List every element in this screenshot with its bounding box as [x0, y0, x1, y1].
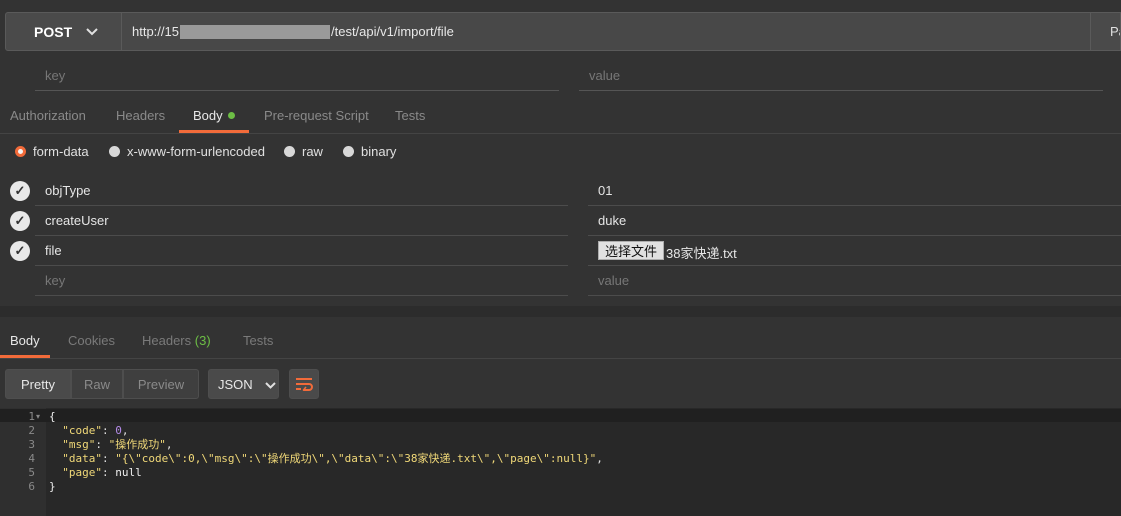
row-divider — [588, 265, 1121, 266]
redacted-host — [179, 24, 330, 39]
form-value[interactable]: duke — [598, 213, 626, 228]
tabs-divider — [0, 133, 1121, 134]
wrap-lines-icon[interactable] — [289, 369, 319, 399]
param-key-underline — [35, 90, 559, 91]
form-key[interactable]: file — [45, 243, 62, 258]
response-tab-body[interactable]: Body — [10, 333, 40, 348]
selected-file-name: 38家快递.txt — [666, 246, 737, 261]
form-key[interactable]: createUser — [45, 213, 109, 228]
pane-splitter[interactable] — [0, 306, 1121, 317]
tab-pre-request-script[interactable]: Pre-request Script — [264, 108, 369, 123]
response-tab-cookies[interactable]: Cookies — [68, 333, 115, 348]
radio-urlencoded[interactable]: x-www-form-urlencoded — [109, 144, 265, 159]
radio-icon — [343, 146, 354, 157]
fold-arrow-icon[interactable]: ▾ — [36, 412, 40, 421]
url-prefix: http://15 — [132, 24, 179, 39]
row-divider — [588, 295, 1121, 296]
json-brace-close: } — [49, 480, 56, 493]
row-enabled-checkbox[interactable]: ✓ — [10, 181, 30, 201]
choose-file-button[interactable]: 选择文件 — [598, 241, 665, 260]
body-status-dot — [227, 112, 235, 120]
radio-selected-icon — [15, 146, 26, 157]
pretty-button[interactable]: Pretty — [5, 369, 71, 399]
row-divider — [35, 235, 568, 236]
raw-button[interactable]: Raw — [71, 369, 123, 399]
tab-body[interactable]: Body — [193, 108, 235, 123]
preview-button[interactable]: Preview — [123, 369, 199, 399]
param-key-input[interactable]: key — [45, 68, 65, 83]
json-brace-open: { — [49, 410, 56, 423]
radio-binary[interactable]: binary — [343, 144, 396, 159]
response-tab-headers[interactable]: Headers (3) — [142, 333, 211, 348]
row-divider — [35, 295, 568, 296]
json-code: { "code": 0, "msg": "操作成功", "data": "{\"… — [49, 410, 603, 493]
row-divider — [588, 235, 1121, 236]
radio-form-data[interactable]: form-data — [15, 144, 89, 159]
method-select[interactable]: POST — [5, 12, 122, 51]
radio-icon — [109, 146, 120, 157]
row-divider — [35, 205, 568, 206]
view-mode-group: Pretty Raw Preview — [5, 369, 199, 399]
radio-icon — [284, 146, 295, 157]
row-divider — [35, 265, 568, 266]
new-value-input[interactable]: value — [598, 273, 629, 288]
tab-authorization[interactable]: Authorization — [10, 108, 86, 123]
response-divider — [0, 358, 1121, 359]
new-key-input[interactable]: key — [45, 273, 65, 288]
chevron-down-icon — [264, 377, 276, 392]
tab-headers[interactable]: Headers — [116, 108, 165, 123]
row-enabled-checkbox[interactable]: ✓ — [10, 241, 30, 261]
method-label: POST — [34, 23, 73, 40]
tab-tests[interactable]: Tests — [395, 108, 425, 123]
url-path: /test/api/v1/import/file — [330, 24, 454, 39]
response-tab-tests[interactable]: Tests — [243, 333, 273, 348]
format-select[interactable]: JSON — [208, 369, 279, 399]
radio-raw[interactable]: raw — [284, 144, 323, 159]
row-enabled-checkbox[interactable]: ✓ — [10, 211, 30, 231]
form-value[interactable]: 01 — [598, 183, 612, 198]
param-value-underline — [579, 90, 1103, 91]
url-input[interactable]: http://15 /test/api/v1/import/file — [122, 12, 1090, 51]
form-key[interactable]: objType — [45, 183, 91, 198]
headers-count: (3) — [194, 333, 211, 348]
row-divider — [588, 205, 1121, 206]
line-numbers: 1 2 3 4 5 6 — [28, 410, 35, 493]
chevron-down-icon — [86, 25, 98, 39]
param-value-input[interactable]: value — [589, 68, 620, 83]
params-button[interactable]: Pa — [1090, 12, 1121, 51]
